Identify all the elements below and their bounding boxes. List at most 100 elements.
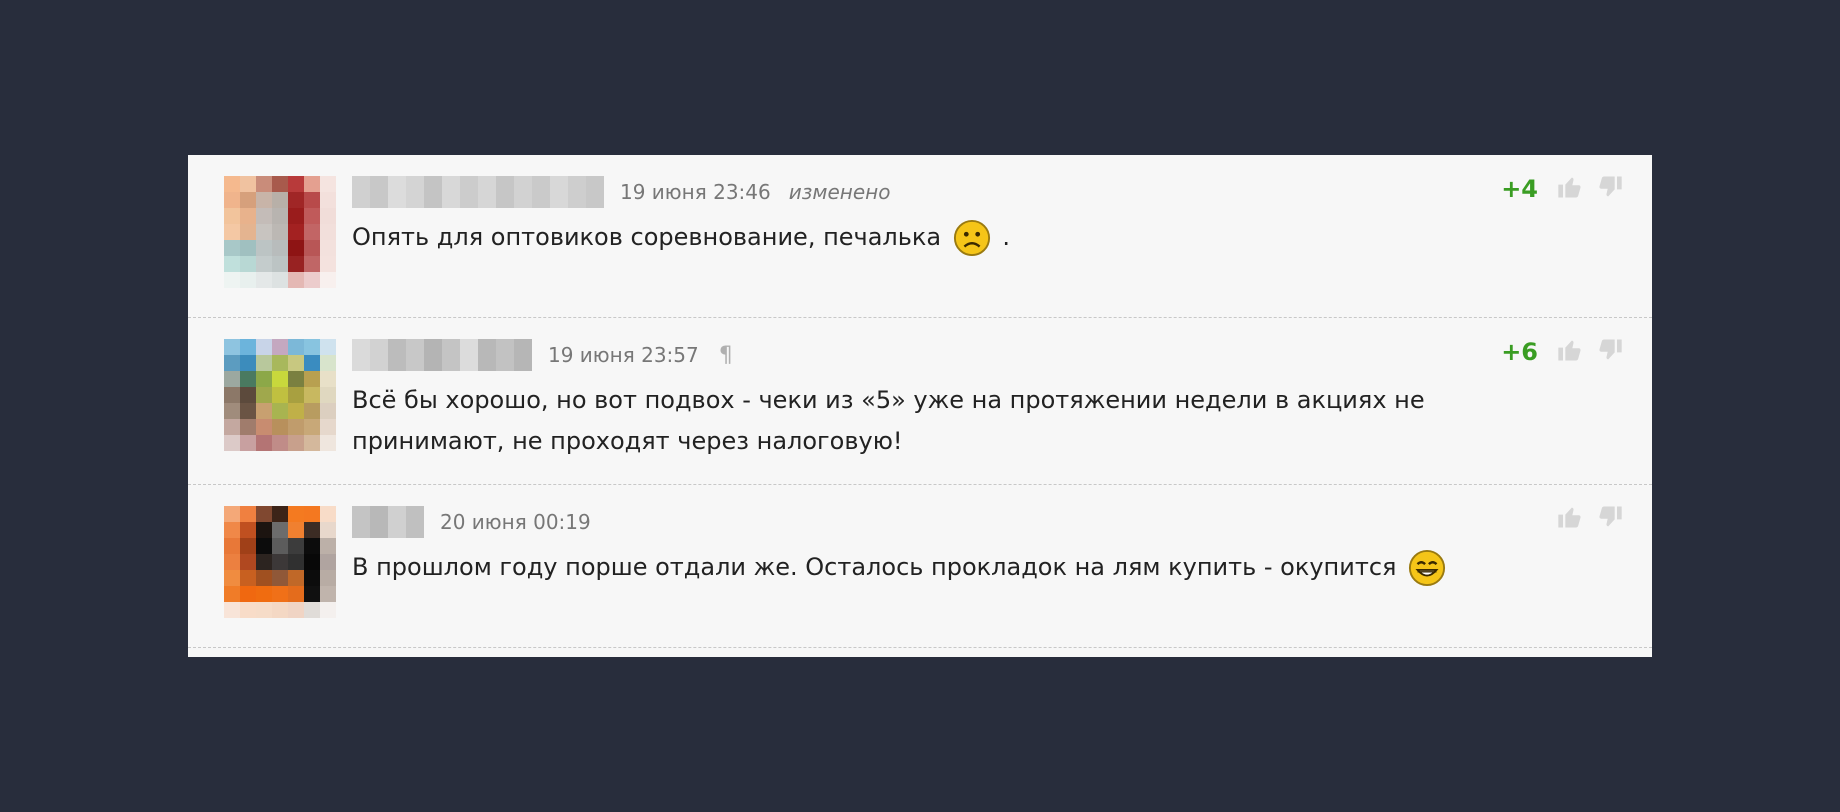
avatar-pixel bbox=[256, 387, 272, 403]
avatar-pixel bbox=[256, 419, 272, 435]
avatar-pixel bbox=[240, 240, 256, 256]
avatar-pixel bbox=[304, 192, 320, 208]
avatar-pixel bbox=[224, 371, 240, 387]
avatar-pixel bbox=[224, 192, 240, 208]
avatar-pixel bbox=[272, 538, 288, 554]
thumb-down-icon[interactable] bbox=[1596, 336, 1624, 364]
avatar-pixel bbox=[288, 435, 304, 451]
avatar-pixel bbox=[288, 538, 304, 554]
permalink-icon[interactable]: ¶ bbox=[719, 343, 733, 368]
avatar-pixel bbox=[240, 256, 256, 272]
thumb-up-icon[interactable] bbox=[1556, 503, 1584, 531]
avatar-pixel bbox=[304, 554, 320, 570]
avatar-pixel bbox=[272, 435, 288, 451]
username-blurred[interactable] bbox=[352, 506, 424, 538]
avatar-pixel bbox=[272, 224, 288, 240]
thumb-down-icon[interactable] bbox=[1596, 503, 1624, 531]
avatar-pixel bbox=[320, 554, 336, 570]
avatar-pixel bbox=[304, 256, 320, 272]
avatar-pixel bbox=[288, 387, 304, 403]
avatar-pixel bbox=[272, 554, 288, 570]
comment-meta: 20 июня 00:19 bbox=[352, 506, 591, 538]
thumb-up-icon[interactable] bbox=[1556, 336, 1584, 364]
avatar-pixel bbox=[240, 570, 256, 586]
avatar-pixel bbox=[272, 522, 288, 538]
avatar-pixel bbox=[256, 522, 272, 538]
avatar[interactable] bbox=[224, 176, 336, 288]
avatar[interactable] bbox=[224, 506, 336, 618]
avatar-pixel bbox=[224, 355, 240, 371]
avatar-pixel bbox=[320, 240, 336, 256]
sad-smiley-icon bbox=[953, 219, 990, 257]
avatar-pixel bbox=[288, 554, 304, 570]
avatar-pixel bbox=[320, 371, 336, 387]
avatar-pixel bbox=[320, 570, 336, 586]
avatar-pixel bbox=[304, 176, 320, 192]
thumb-up-icon[interactable] bbox=[1556, 173, 1584, 201]
avatar-pixel bbox=[320, 586, 336, 602]
avatar-pixel bbox=[272, 339, 288, 355]
avatar-pixel bbox=[272, 570, 288, 586]
avatar-pixel bbox=[224, 554, 240, 570]
comment-date[interactable]: 19 июня 23:57 bbox=[548, 343, 699, 367]
avatar-pixel bbox=[272, 371, 288, 387]
avatar-pixel bbox=[288, 192, 304, 208]
avatar-pixel bbox=[272, 272, 288, 288]
avatar-pixel bbox=[272, 176, 288, 192]
avatar-pixel bbox=[224, 208, 240, 224]
avatar-pixel bbox=[240, 192, 256, 208]
avatar-pixel bbox=[272, 240, 288, 256]
username-blurred[interactable] bbox=[352, 339, 532, 371]
username-blurred[interactable] bbox=[352, 176, 604, 208]
avatar-pixel bbox=[320, 387, 336, 403]
avatar-pixel bbox=[304, 522, 320, 538]
avatar-pixel bbox=[256, 256, 272, 272]
avatar-pixel bbox=[304, 602, 320, 618]
avatar-pixel bbox=[288, 602, 304, 618]
avatar-pixel bbox=[288, 586, 304, 602]
avatar-pixel bbox=[304, 570, 320, 586]
avatar-pixel bbox=[304, 371, 320, 387]
avatar-pixel bbox=[256, 586, 272, 602]
comment-date[interactable]: 19 июня 23:46 bbox=[620, 180, 771, 204]
avatar-pixel bbox=[240, 602, 256, 618]
comment-text: Опять для оптовиков соревнование, печаль… bbox=[352, 217, 1572, 258]
avatar-pixel bbox=[320, 403, 336, 419]
avatar-pixel bbox=[224, 224, 240, 240]
avatar-pixel bbox=[272, 387, 288, 403]
comment-date[interactable]: 20 июня 00:19 bbox=[440, 510, 591, 534]
avatar-pixel bbox=[304, 224, 320, 240]
avatar-pixel bbox=[304, 586, 320, 602]
avatar-pixel bbox=[224, 586, 240, 602]
avatar-pixel bbox=[288, 570, 304, 586]
avatar-pixel bbox=[224, 602, 240, 618]
avatar-pixel bbox=[320, 272, 336, 288]
comment-item: 19 июня 23:46 изменено Опять для оптовик… bbox=[188, 155, 1652, 318]
avatar-pixel bbox=[288, 224, 304, 240]
avatar-pixel bbox=[240, 554, 256, 570]
avatar-pixel bbox=[288, 256, 304, 272]
avatar-pixel bbox=[288, 522, 304, 538]
comment-text: Всё бы хорошо, но вот подвох - чеки из «… bbox=[352, 386, 1425, 455]
avatar-pixel bbox=[224, 176, 240, 192]
avatar-pixel bbox=[240, 272, 256, 288]
thumb-down-icon[interactable] bbox=[1596, 173, 1624, 201]
avatar-pixel bbox=[256, 538, 272, 554]
avatar-pixel bbox=[240, 224, 256, 240]
laughing-smiley-icon bbox=[1409, 549, 1446, 587]
avatar-pixel bbox=[256, 602, 272, 618]
avatar-pixel bbox=[272, 256, 288, 272]
avatar-pixel bbox=[256, 403, 272, 419]
avatar-pixel bbox=[256, 554, 272, 570]
comment-text: В прошлом году порше отдали же. Осталось… bbox=[352, 547, 1572, 588]
avatar-pixel bbox=[224, 403, 240, 419]
avatar-pixel bbox=[256, 506, 272, 522]
avatar-pixel bbox=[256, 224, 272, 240]
avatar-pixel bbox=[288, 240, 304, 256]
avatar-pixel bbox=[240, 419, 256, 435]
avatar-pixel bbox=[320, 176, 336, 192]
avatar-pixel bbox=[304, 435, 320, 451]
avatar[interactable] bbox=[224, 339, 336, 451]
avatar-pixel bbox=[304, 419, 320, 435]
avatar-pixel bbox=[272, 192, 288, 208]
